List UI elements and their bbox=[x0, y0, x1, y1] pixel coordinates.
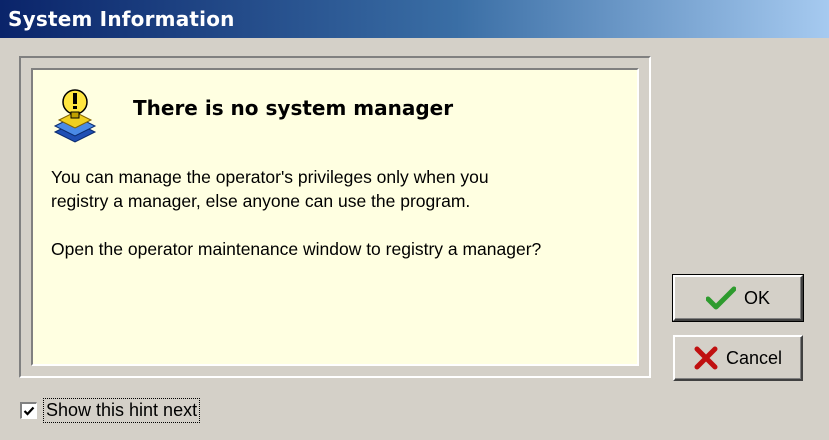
ok-button[interactable]: OK bbox=[672, 274, 804, 322]
checkmark-icon bbox=[705, 286, 736, 310]
message-frame: There is no system manager You can manag… bbox=[19, 56, 651, 378]
cancel-button[interactable]: Cancel bbox=[673, 335, 803, 381]
system-information-dialog: System Information There is no system ma… bbox=[0, 0, 829, 440]
message-line-1: You can manage the operator's privileges… bbox=[51, 167, 489, 187]
message-question: Open the operator maintenance window to … bbox=[51, 239, 542, 259]
show-hint-label[interactable]: Show this hint next bbox=[43, 398, 201, 423]
hint-bulb-icon bbox=[53, 89, 97, 143]
message-panel: There is no system manager You can manag… bbox=[31, 68, 639, 366]
show-hint-checkbox-row[interactable]: Show this hint next bbox=[20, 398, 201, 423]
message-body: You can manage the operator's privileges… bbox=[51, 165, 631, 261]
show-hint-checkbox[interactable] bbox=[20, 402, 37, 419]
cancel-button-label: Cancel bbox=[725, 347, 783, 368]
title-bar[interactable]: System Information bbox=[0, 0, 829, 38]
x-icon bbox=[694, 346, 718, 370]
checkbox-check-icon bbox=[23, 406, 35, 416]
window-title: System Information bbox=[8, 7, 235, 31]
message-line-2: registry a manager, else anyone can use … bbox=[51, 191, 471, 211]
ok-button-label: OK bbox=[743, 287, 770, 308]
message-headline: There is no system manager bbox=[133, 96, 454, 120]
